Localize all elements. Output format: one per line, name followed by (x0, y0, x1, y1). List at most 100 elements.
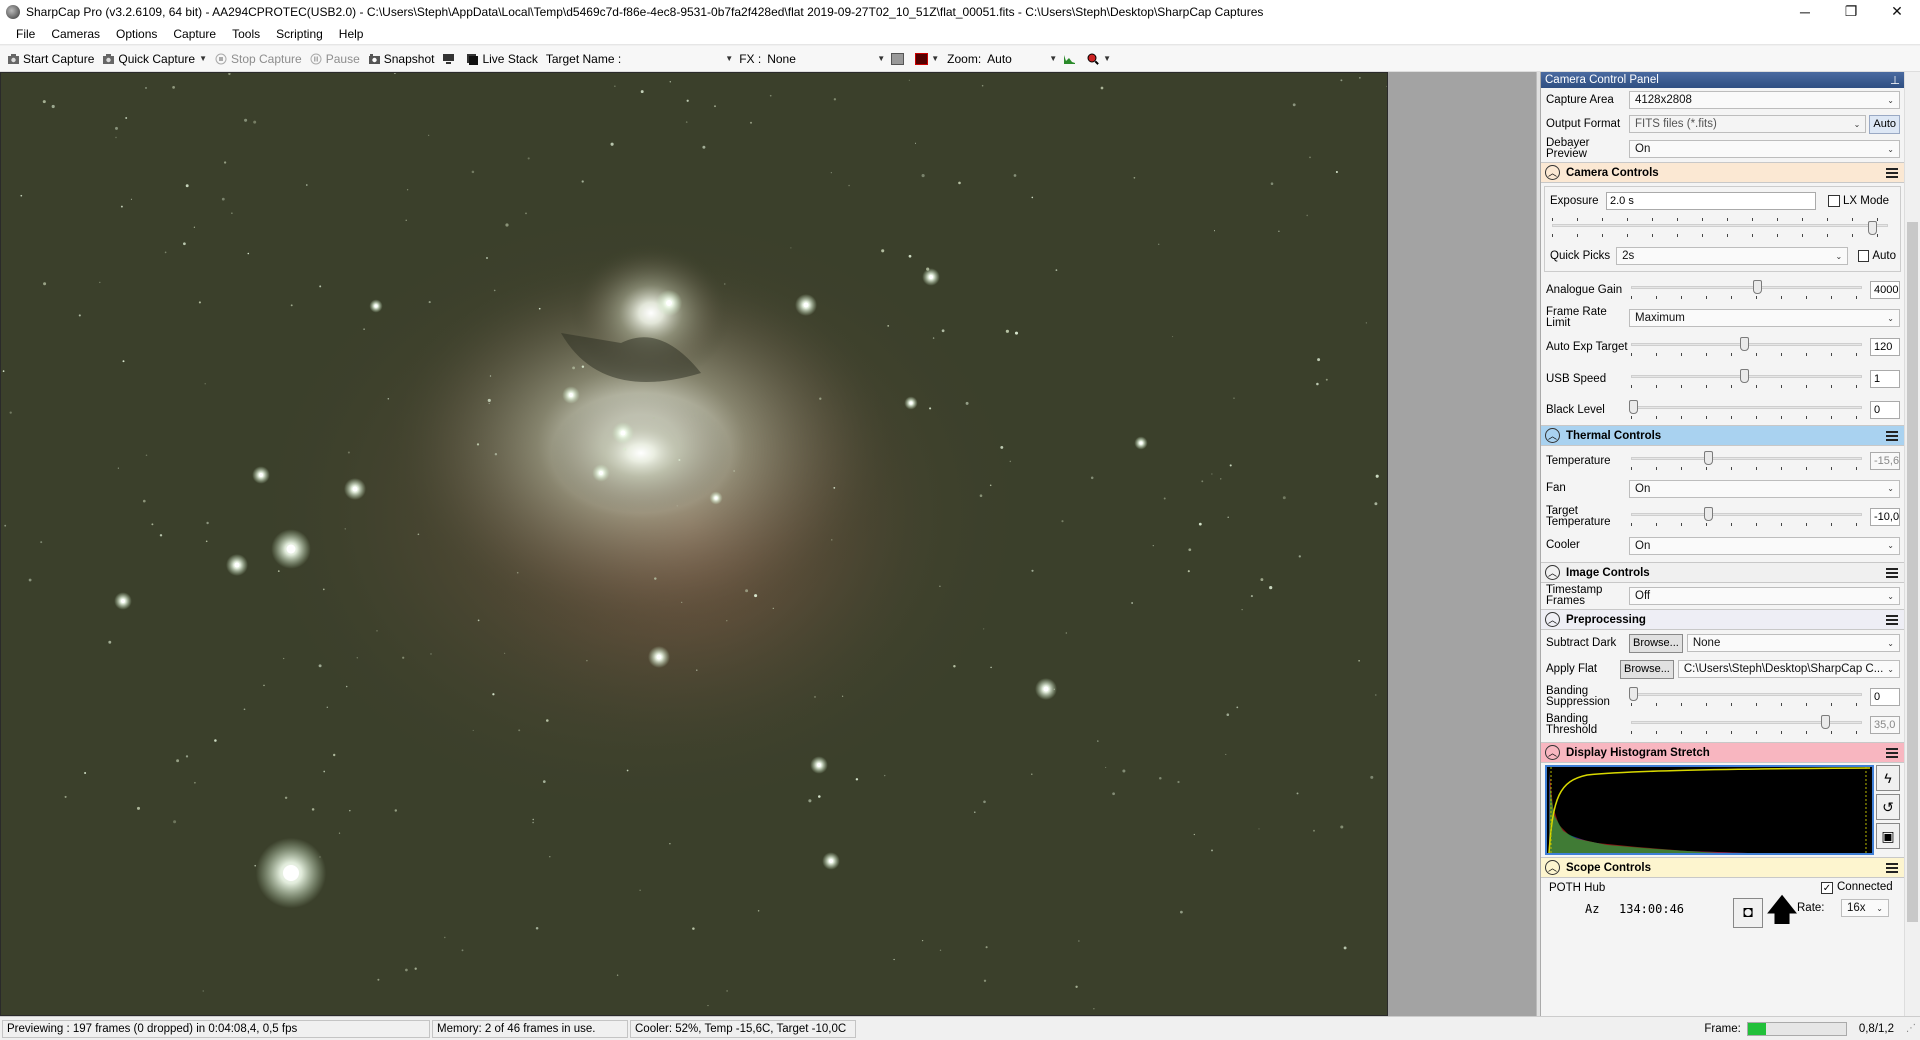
faint-star (1078, 940, 1080, 942)
black-level-slider[interactable] (1629, 400, 1864, 420)
faint-star (2, 370, 5, 372)
start-capture-button[interactable]: Start Capture (3, 48, 98, 70)
faint-star (461, 949, 464, 952)
faint-star (1359, 77, 1361, 79)
pin-icon[interactable]: ⊥ (1890, 73, 1900, 87)
thermal-controls-header[interactable]: ︿ Thermal Controls (1541, 425, 1904, 446)
target-temp-slider[interactable] (1629, 507, 1864, 527)
zoom-select[interactable]: Auto ▼ (985, 50, 1059, 68)
menu-icon[interactable] (1886, 747, 1898, 758)
analogue-gain-input[interactable]: 4000 (1870, 281, 1900, 299)
collapse-icon[interactable]: ︿ (1545, 165, 1560, 180)
faint-star (333, 753, 336, 757)
exposure-slider[interactable] (1550, 218, 1890, 238)
lx-mode-checkbox[interactable] (1828, 195, 1840, 207)
faint-star (1193, 833, 1195, 836)
auto-exp-slider[interactable] (1629, 337, 1864, 357)
collapse-icon[interactable]: ︿ (1545, 860, 1560, 875)
collapse-icon[interactable]: ︿ (1545, 745, 1560, 760)
usb-speed-input[interactable]: 1 (1870, 370, 1900, 388)
rate-select[interactable]: 16x ⌄ (1841, 899, 1889, 917)
fan-select[interactable]: On ⌄ (1629, 479, 1900, 498)
histogram-button[interactable] (1059, 48, 1083, 70)
faint-star (108, 640, 112, 644)
faint-star (145, 87, 147, 89)
panel-scrollbar[interactable] (1904, 72, 1920, 1016)
live-stack-button[interactable]: Live Stack (462, 48, 541, 70)
menu-icon[interactable] (1886, 430, 1898, 441)
gray-box-button[interactable] (887, 48, 911, 70)
analogue-gain-slider[interactable] (1629, 280, 1864, 300)
collapse-icon[interactable]: ︿ (1545, 565, 1560, 580)
cooler-select[interactable]: On ⌄ (1629, 536, 1900, 555)
apply-flat-select[interactable]: C:\Users\Steph\Desktop\SharpCap C... ⌄ (1677, 660, 1900, 678)
restore-button[interactable]: ❐ (1828, 0, 1874, 23)
menu-cameras[interactable]: Cameras (43, 27, 108, 41)
banding-supp-slider[interactable] (1629, 687, 1864, 707)
menu-capture[interactable]: Capture (165, 27, 224, 41)
quick-picks-select[interactable]: 2s ⌄ (1616, 247, 1849, 265)
snapshot-button[interactable]: Snapshot (364, 48, 439, 70)
faint-star (1031, 196, 1034, 199)
camera-controls-header[interactable]: ︿ Camera Controls (1541, 162, 1904, 183)
scope-controls-header[interactable]: ︿ Scope Controls (1541, 857, 1904, 878)
preprocessing-header[interactable]: ︿ Preprocessing (1541, 609, 1904, 630)
output-format-select[interactable]: FITS files (*.fits) ⌄ (1629, 115, 1867, 133)
stop-capture-button[interactable]: Stop Capture (211, 48, 306, 70)
pause-button[interactable]: Pause (306, 48, 364, 70)
save-stretch-button[interactable]: ▣ (1876, 823, 1900, 849)
banding-supp-input[interactable]: 0 (1870, 688, 1900, 706)
menu-tools[interactable]: Tools (224, 27, 268, 41)
exposure-input[interactable]: 2.0 s (1606, 192, 1816, 210)
collapse-icon[interactable]: ︿ (1545, 612, 1560, 627)
overlay-button[interactable]: ▼ (911, 48, 943, 70)
menu-options[interactable]: Options (108, 27, 165, 41)
collapse-icon[interactable]: ︿ (1545, 428, 1560, 443)
browse-dark-button[interactable]: Browse... (1629, 633, 1683, 653)
apply-flat-row: Apply Flat Browse... C:\Users\Steph\Desk… (1541, 656, 1904, 682)
faint-star (1340, 825, 1344, 829)
histogram-graph[interactable] (1545, 765, 1874, 855)
menu-file[interactable]: File (8, 27, 43, 41)
usb-speed-slider[interactable] (1629, 369, 1864, 389)
menu-scripting[interactable]: Scripting (268, 27, 331, 41)
capture-area-select[interactable]: 4128x2808 ⌄ (1629, 91, 1900, 109)
menu-icon[interactable] (1886, 614, 1898, 625)
menu-icon[interactable] (1886, 567, 1898, 578)
image-controls-header[interactable]: ︿ Image Controls (1541, 562, 1904, 583)
menu-help[interactable]: Help (331, 27, 372, 41)
debayer-value: On (1635, 143, 1651, 155)
minimize-button[interactable]: ─ (1782, 0, 1828, 23)
timestamp-select[interactable]: Off ⌄ (1629, 587, 1900, 605)
resize-grip-icon[interactable]: ⋰ (1906, 1023, 1918, 1035)
lx-mode-label: LX Mode (1843, 195, 1890, 207)
fx-select[interactable]: None ▼ (765, 50, 887, 68)
auto-exp-input[interactable]: 120 (1870, 338, 1900, 356)
target-name-input[interactable]: ▼ (625, 50, 735, 68)
auto-button[interactable]: Auto (1869, 114, 1900, 134)
quick-capture-button[interactable]: Quick Capture ▼ (98, 48, 211, 70)
frame-rate-select[interactable]: Maximum ⌄ (1629, 309, 1900, 327)
zoom-tool-button[interactable]: ▼ (1083, 48, 1115, 70)
image-viewer[interactable] (0, 72, 1388, 1016)
auto-stretch-button[interactable]: ϟ (1876, 765, 1900, 791)
display-settings-button[interactable] (438, 48, 462, 70)
auto-exposure-checkbox[interactable] (1858, 250, 1870, 262)
reset-stretch-button[interactable]: ↺ (1876, 794, 1900, 820)
black-level-input[interactable]: 0 (1870, 401, 1900, 419)
target-temp-input[interactable]: -10,0 (1870, 508, 1900, 526)
chevron-down-icon[interactable]: ▼ (199, 54, 207, 63)
close-button[interactable]: ✕ (1874, 0, 1920, 23)
connected-checkbox[interactable]: ✓ (1821, 882, 1833, 894)
menu-icon[interactable] (1886, 862, 1898, 873)
scope-stop-button[interactable]: ◘ (1733, 898, 1763, 928)
scrollbar-thumb[interactable] (1907, 222, 1918, 922)
scope-north-button[interactable]: 🡅 (1765, 894, 1799, 930)
menu-icon[interactable] (1886, 167, 1898, 178)
browse-flat-button[interactable]: Browse... (1620, 659, 1674, 679)
subtract-dark-select[interactable]: None ⌄ (1686, 634, 1900, 652)
histogram-header[interactable]: ︿ Display Histogram Stretch (1541, 742, 1904, 763)
temperature-slider (1629, 451, 1864, 471)
chevron-down-icon[interactable]: ▼ (931, 54, 939, 63)
debayer-select[interactable]: On ⌄ (1629, 140, 1900, 158)
